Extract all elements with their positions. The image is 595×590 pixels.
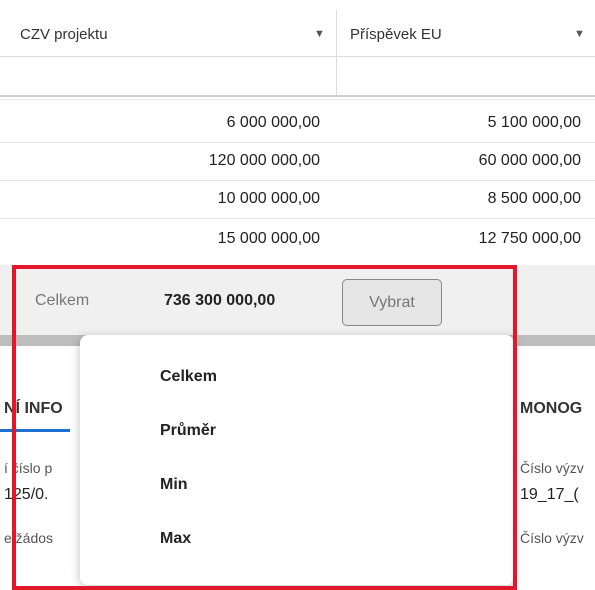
filter-cell-czv[interactable] <box>0 57 336 95</box>
column-header-eu-label: Příspěvek EU <box>350 25 442 43</box>
table-header: CZV projektu ▼ Příspěvek EU ▼ <box>0 10 595 56</box>
cell-czv: 6 000 000,00 <box>226 114 320 131</box>
tab-right-label: MONOG <box>520 400 583 417</box>
cell-eu: 60 000 000,00 <box>478 152 581 169</box>
highlight-frame <box>12 265 517 590</box>
table-row[interactable]: 15 000 000,00 12 750 000,00 <box>0 219 595 264</box>
column-header-czv-label: CZV projektu <box>20 25 108 43</box>
cell-czv: 10 000 000,00 <box>217 190 320 207</box>
table-row[interactable]: 120 000 000,00 60 000 000,00 <box>0 143 595 180</box>
column-header-eu[interactable]: Příspěvek EU <box>350 14 580 54</box>
cell-eu: 12 750 000,00 <box>478 230 581 247</box>
cell-czv: 15 000 000,00 <box>217 230 320 247</box>
right-field-label-2: Číslo výzv <box>520 530 584 546</box>
table-row[interactable]: 6 000 000,00 5 100 000,00 <box>0 105 595 142</box>
column-header-czv[interactable]: CZV projektu <box>20 14 338 54</box>
filter-row-bottom-line <box>0 95 595 97</box>
cell-eu: 5 100 000,00 <box>487 114 581 131</box>
filter-cell-eu[interactable] <box>337 57 595 95</box>
tab-right[interactable]: MONOG <box>520 400 582 418</box>
cell-eu: 8 500 000,00 <box>487 190 581 207</box>
column-divider <box>336 10 337 56</box>
right-field-value: 19_17_( <box>520 486 579 503</box>
table-row[interactable]: 10 000 000,00 8 500 000,00 <box>0 181 595 218</box>
filter-row <box>0 57 595 95</box>
cell-czv: 120 000 000,00 <box>208 152 320 169</box>
czv-sort-arrow-icon[interactable]: ▼ <box>314 28 325 40</box>
filter-row-bottom-line-2 <box>0 99 595 100</box>
right-field-label: Číslo výzv <box>520 460 584 476</box>
eu-sort-arrow-icon[interactable]: ▼ <box>574 28 585 40</box>
